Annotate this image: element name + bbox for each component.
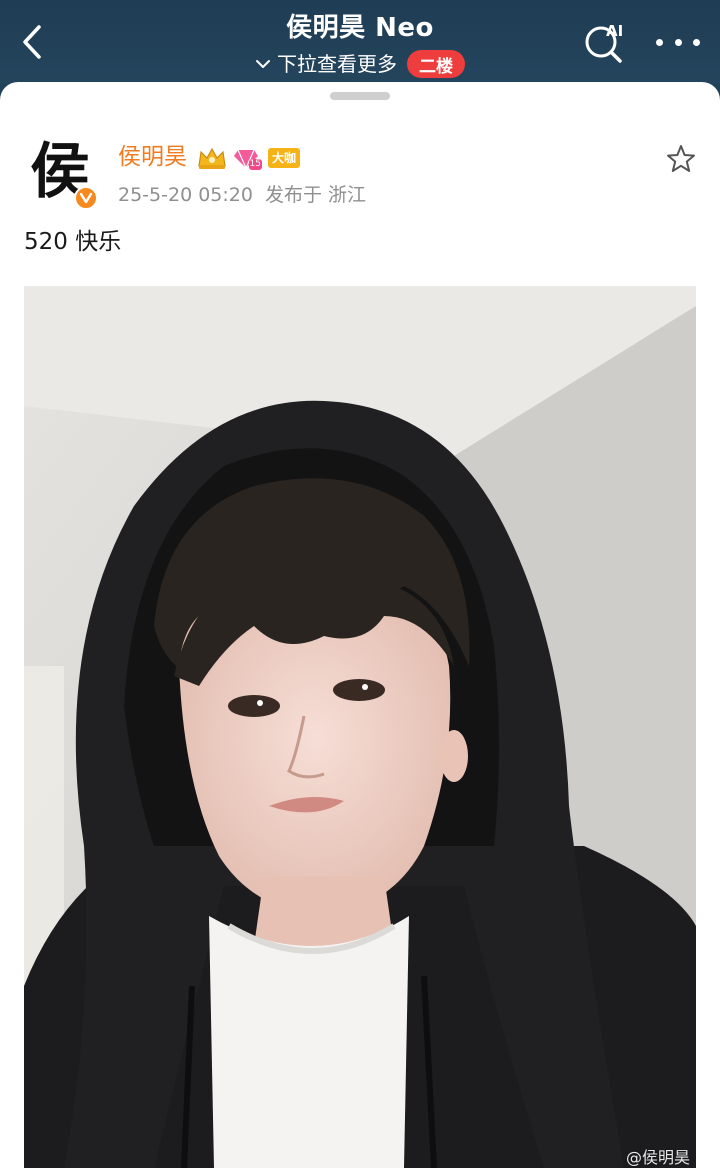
post-photo[interactable]: @侯明昊 <box>24 286 696 1168</box>
page-title: 侯明昊 Neo <box>286 13 434 43</box>
star-icon <box>667 145 695 172</box>
drag-handle[interactable] <box>330 92 390 100</box>
pull-down-hint[interactable]: 下拉查看更多 二楼 <box>160 48 560 80</box>
top-bar: 侯明昊 Neo 下拉查看更多 二楼 AI <box>0 0 720 84</box>
more-dots-icon <box>656 38 663 46</box>
dakai-tag: 大咖 <box>268 148 301 168</box>
pull-hint-text: 下拉查看更多 <box>277 52 397 76</box>
post-sheet: 侯 侯明昊 15 大咖 25-5-20 05:20 发布于 浙江 520 快乐 … <box>0 82 720 1168</box>
more-dot <box>693 38 700 46</box>
ai-label: AI <box>606 22 624 40</box>
more-dot <box>674 38 682 46</box>
photo-illustration <box>24 286 696 1168</box>
post-location: 发布于 浙江 <box>264 184 366 206</box>
post-text: 520 快乐 <box>24 229 122 255</box>
post-date: 25-5-20 05:20 <box>118 184 253 206</box>
photo-watermark: @侯明昊 <box>625 1148 690 1167</box>
back-button[interactable] <box>14 22 50 62</box>
vip-diamond-icon: 15 <box>234 146 262 170</box>
floor-badge[interactable]: 二楼 <box>407 50 465 78</box>
chevron-down-icon <box>255 58 271 70</box>
vip-level: 15 <box>248 159 262 170</box>
avatar[interactable]: 侯 <box>22 134 98 210</box>
author-badges: 15 大咖 <box>196 144 301 172</box>
favorite-button[interactable] <box>664 142 698 176</box>
post-meta: 25-5-20 05:20 发布于 浙江 <box>118 182 366 208</box>
author-name[interactable]: 侯明昊 <box>118 142 187 172</box>
ai-search-button[interactable]: AI <box>584 22 630 64</box>
title-block: 侯明昊 Neo 下拉查看更多 二楼 <box>160 10 560 80</box>
back-arrow-icon <box>23 25 41 59</box>
verified-v-icon <box>74 186 98 210</box>
more-button[interactable] <box>656 28 700 56</box>
crown-icon <box>198 147 226 169</box>
